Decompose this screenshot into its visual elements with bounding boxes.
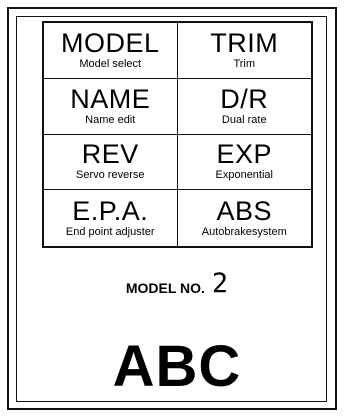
menu-description: Model select	[79, 57, 142, 70]
menu-code: D/R	[220, 83, 269, 114]
menu-code: ABS	[216, 195, 273, 226]
menu-item-trim[interactable]: TRIM Trim	[177, 23, 311, 79]
menu-item-model[interactable]: MODEL Model select	[44, 23, 178, 79]
menu-grid: MODEL Model select TRIM Trim NAME Name e…	[42, 21, 313, 248]
menu-description: Servo reverse	[76, 169, 145, 182]
menu-item-end-point-adjuster[interactable]: E.P.A. End point adjuster	[44, 190, 178, 246]
model-number-label: MODEL NO.	[125, 280, 205, 296]
menu-description: Dual rate	[221, 113, 267, 126]
menu-description: Trim	[233, 57, 256, 70]
menu-item-autobrake[interactable]: ABS Autobrakesystem	[178, 190, 312, 246]
menu-item-name[interactable]: NAME Name edit	[44, 78, 178, 135]
model-name-display: ABC	[112, 334, 242, 399]
menu-description: Name edit	[85, 113, 136, 126]
menu-item-reverse[interactable]: REV Servo reverse	[44, 134, 178, 191]
menu-code: REV	[81, 139, 139, 170]
menu-description: End point adjuster	[65, 225, 155, 238]
menu-item-dual-rate[interactable]: D/R Dual rate	[177, 79, 311, 135]
menu-code: MODEL	[60, 27, 160, 58]
model-number-value: 2	[211, 268, 229, 299]
menu-item-exponential[interactable]: EXP Exponential	[177, 135, 311, 191]
menu-code: E.P.A.	[72, 195, 149, 226]
menu-description: Exponential	[215, 169, 274, 182]
model-number-readout: MODEL NO. 2	[0, 268, 354, 299]
menu-code: EXP	[216, 139, 273, 170]
menu-code: TRIM	[210, 27, 279, 58]
menu-description: Autobrakesystem	[201, 225, 287, 238]
menu-code: NAME	[70, 83, 151, 114]
